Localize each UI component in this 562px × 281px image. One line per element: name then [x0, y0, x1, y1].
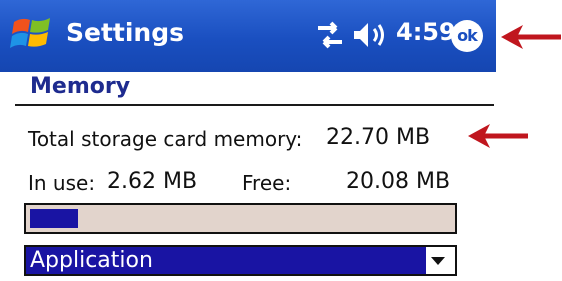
memory-type-dropdown[interactable]: Application	[24, 245, 457, 276]
free-value: 20.08 MB	[346, 169, 451, 194]
in-use-value: 2.62 MB	[107, 169, 198, 194]
connectivity-arrows-icon[interactable]	[316, 20, 344, 50]
speaker-icon[interactable]	[352, 19, 388, 51]
window-title: Settings	[66, 18, 185, 47]
ok-button[interactable]: ok	[451, 20, 483, 52]
total-memory-value: 22.70 MB	[326, 125, 431, 150]
free-label: Free:	[242, 171, 292, 195]
dropdown-selected-value[interactable]: Application	[26, 247, 426, 274]
annotation-arrow-icon	[466, 120, 528, 152]
title-bar: Settings 4:59 ok	[0, 0, 496, 72]
windows-start-icon[interactable]	[10, 12, 56, 58]
clock-time[interactable]: 4:59	[396, 18, 456, 46]
chevron-down-icon[interactable]	[431, 257, 445, 265]
memory-usage-fill	[30, 209, 78, 228]
section-heading: Memory	[30, 74, 131, 99]
annotation-arrow-icon	[499, 21, 561, 53]
memory-usage-bar	[24, 203, 457, 234]
in-use-label: In use:	[28, 171, 96, 195]
divider	[15, 104, 494, 106]
total-memory-label: Total storage card memory:	[28, 127, 303, 151]
